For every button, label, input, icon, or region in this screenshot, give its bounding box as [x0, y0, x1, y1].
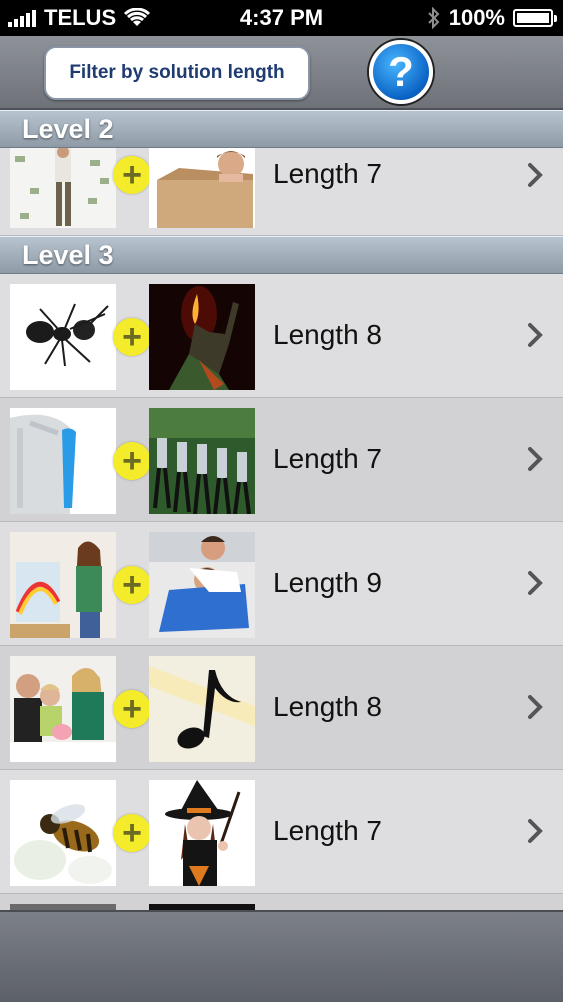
row-label: Length 7	[273, 443, 382, 474]
plus-icon: +	[113, 442, 151, 480]
plus-icon: +	[113, 156, 151, 194]
plus-icon: +	[113, 690, 151, 728]
box-child-photo	[149, 148, 255, 228]
filter-by-length-button[interactable]: Filter by solution length	[44, 46, 310, 100]
status-bar: TELUS 4:37 PM 100%	[0, 0, 563, 36]
level-row[interactable]	[0, 894, 563, 910]
plus-icon: +	[113, 566, 151, 604]
painter-woman-photo	[10, 532, 116, 638]
chevron-right-icon	[528, 819, 543, 843]
chevron-right-icon	[528, 571, 543, 595]
row-label: Length 7	[273, 158, 382, 189]
battery-icon	[513, 9, 557, 27]
bee-photo	[10, 780, 116, 886]
row-label: Length 8	[273, 319, 382, 350]
row-label: Length 9	[273, 567, 382, 598]
woman-money-photo	[10, 148, 116, 228]
bottom-bar	[0, 910, 563, 1002]
chevron-right-icon	[528, 695, 543, 719]
witch-photo	[149, 780, 255, 886]
plus-icon: +	[113, 318, 151, 356]
family-piggybank-photo	[10, 656, 116, 762]
shoulder-bone-photo	[10, 408, 116, 514]
level-row[interactable]: + Length 9	[0, 522, 563, 646]
music-note-photo	[149, 656, 255, 762]
section-header-level-3: Level 3	[0, 236, 563, 274]
chevron-right-icon	[528, 323, 543, 347]
row-label: Length 7	[273, 815, 382, 846]
toolbar: Filter by solution length ?	[0, 36, 563, 110]
chevron-right-icon	[528, 163, 543, 187]
marching-band-photo	[149, 408, 255, 514]
level-row[interactable]: + Length 7	[0, 398, 563, 522]
wrestling-men-photo	[149, 532, 255, 638]
level-row[interactable]: + Length 7	[0, 148, 563, 236]
bluetooth-icon	[428, 7, 440, 29]
level-list[interactable]: Level 2 + Length 7 Level 3 + Length 8 + …	[0, 110, 563, 910]
level-row[interactable]: + Length 7	[0, 770, 563, 894]
level-row[interactable]: + Length 8	[0, 646, 563, 770]
ant-photo	[10, 284, 116, 390]
level-row[interactable]: + Length 8	[0, 274, 563, 398]
chevron-right-icon	[528, 447, 543, 471]
section-header-level-2: Level 2	[0, 110, 563, 148]
battery-percent: 100%	[448, 5, 505, 30]
fire-performer-photo	[149, 284, 255, 390]
help-button[interactable]: ?	[369, 40, 433, 104]
row-label: Length 8	[273, 691, 382, 722]
plus-icon: +	[113, 814, 151, 852]
